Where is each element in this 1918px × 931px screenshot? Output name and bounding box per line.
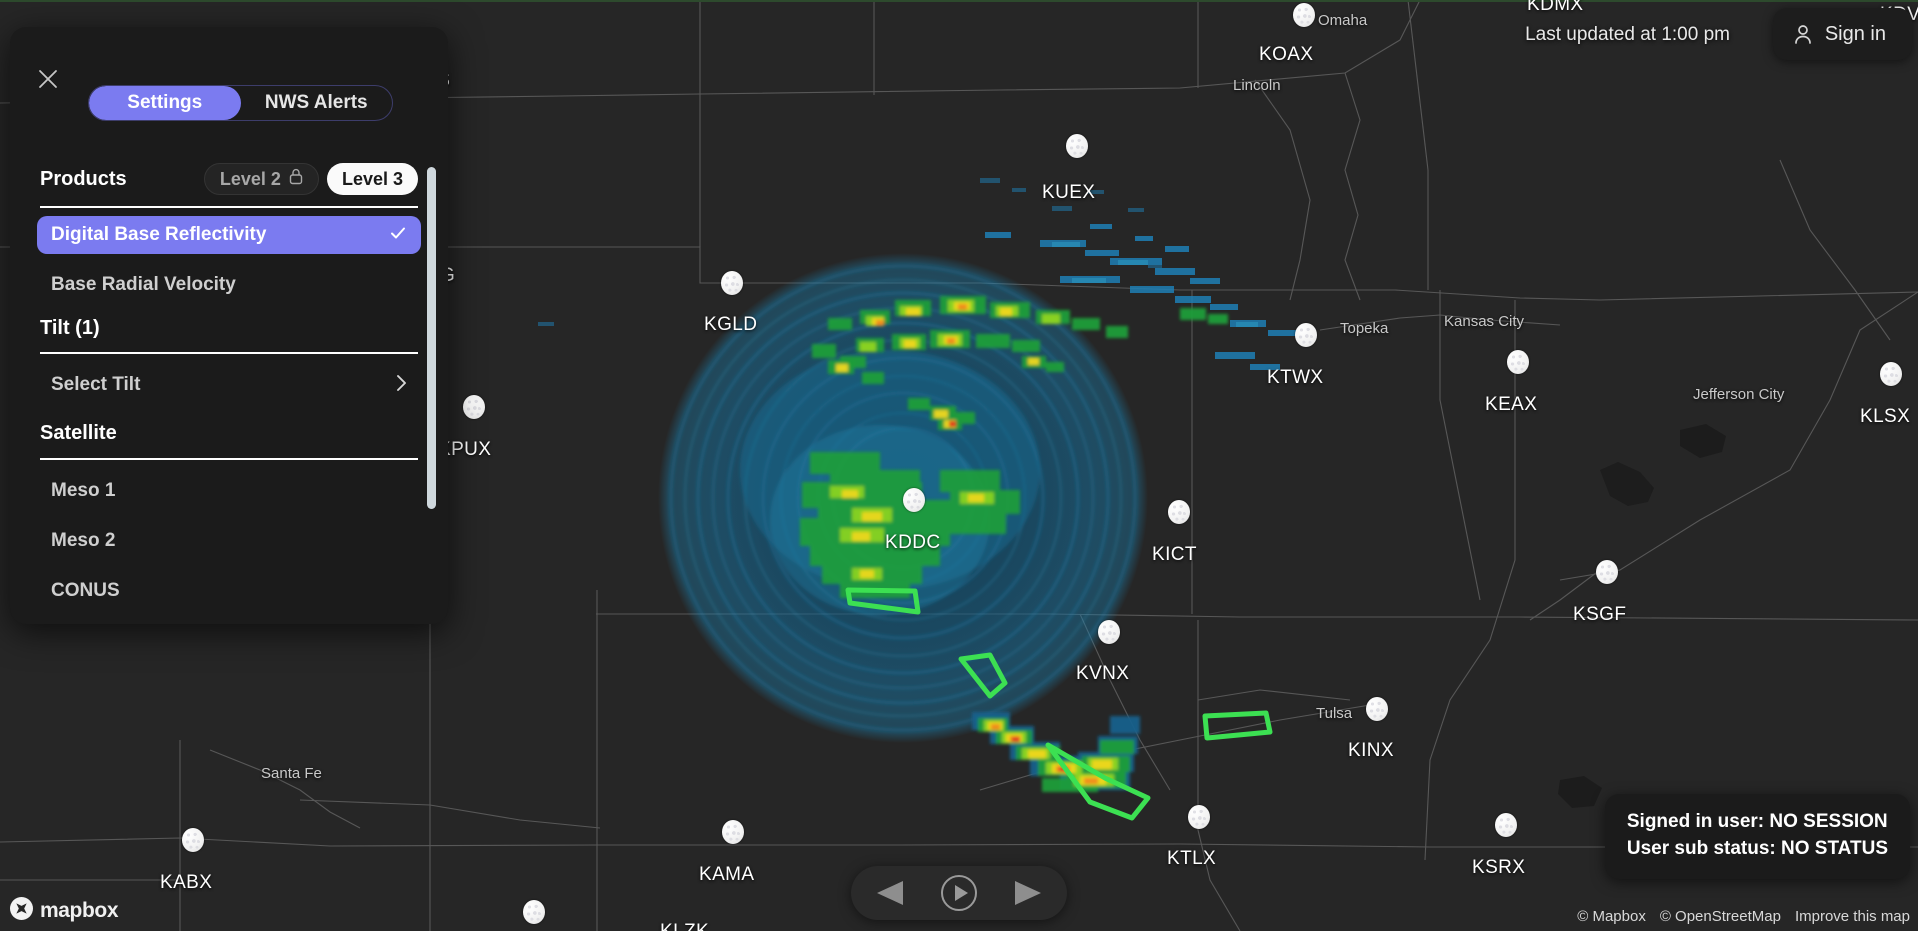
radar-station-kpux[interactable]	[463, 395, 485, 419]
tilt-item-select-tilt[interactable]: Select Tilt	[37, 366, 421, 404]
satellite-item-meso-2[interactable]: Meso 2	[37, 522, 421, 560]
session-status-box: Signed in user: NO SESSION User sub stat…	[1604, 793, 1910, 879]
radar-station-koax[interactable]	[1293, 3, 1315, 27]
products-heading: Products	[40, 167, 127, 190]
radar-station-kama[interactable]	[722, 820, 744, 844]
radar-station-keax[interactable]	[1507, 350, 1529, 374]
sign-in-label: Sign in	[1824, 22, 1886, 45]
level-toggle-group: Level 2 Level 3	[203, 163, 418, 195]
product-item-digital-base-reflectivity[interactable]: Digital Base Reflectivity	[37, 216, 421, 254]
radar-station-klsx[interactable]	[1880, 362, 1902, 386]
satellite-label: Meso 1	[51, 480, 116, 501]
satellite-divider	[40, 458, 418, 460]
panel-scrollbar[interactable]	[427, 167, 436, 509]
product-label: Base Radial Velocity	[51, 274, 236, 295]
radar-station-kabx[interactable]	[182, 828, 204, 852]
tab-settings[interactable]: Settings	[89, 86, 241, 120]
radar-station-kgld[interactable]	[721, 271, 743, 295]
radar-station-ktlx[interactable]	[1188, 805, 1210, 829]
signed-in-user-status: Signed in user: NO SESSION	[1626, 810, 1888, 832]
map-top-edge	[0, 0, 1918, 2]
level-2-label: Level 2	[219, 168, 281, 189]
map-attribution: © Mapbox © OpenStreetMap Improve this ma…	[1577, 908, 1910, 925]
radar-station-ktwx[interactable]	[1295, 323, 1317, 347]
last-updated-label: Last updated at 1:00 pm	[1525, 24, 1730, 45]
products-divider	[40, 206, 418, 208]
radar-station-kuex[interactable]	[1066, 134, 1088, 158]
panel-tab-group: Settings NWS Alerts	[88, 85, 393, 121]
radar-station-kvnx[interactable]	[1098, 620, 1120, 644]
satellite-item-conus[interactable]: CONUS	[37, 572, 421, 610]
radar-station-kinx[interactable]	[1366, 697, 1388, 721]
lock-icon	[289, 168, 303, 190]
level-2-button[interactable]: Level 2	[203, 163, 319, 195]
mapbox-logo[interactable]: mapbox	[10, 897, 119, 925]
product-item-base-radial-velocity[interactable]: Base Radial Velocity	[37, 266, 421, 304]
products-row: Products Level 2 Level 3	[40, 162, 418, 196]
radar-station-ksgf[interactable]	[1596, 560, 1618, 584]
radar-station-ksrx[interactable]	[1495, 813, 1517, 837]
product-label: Digital Base Reflectivity	[51, 224, 267, 245]
radar-station-kict[interactable]	[1168, 500, 1190, 524]
settings-panel-body: Products Level 2 Level 3 Digital Base Re…	[10, 145, 448, 624]
mapbox-mark-icon	[10, 897, 33, 925]
play-button[interactable]	[939, 873, 979, 913]
check-icon	[389, 224, 407, 247]
level-3-label: Level 3	[341, 168, 403, 189]
tab-nws-alerts[interactable]: NWS Alerts	[241, 86, 393, 120]
tilt-heading: Tilt (1)	[40, 317, 100, 339]
attribution-openstreetmap[interactable]: © OpenStreetMap	[1660, 908, 1781, 925]
satellite-heading: Satellite	[40, 422, 117, 444]
satellite-item-meso-1[interactable]: Meso 1	[37, 472, 421, 510]
settings-panel: Settings NWS Alerts Products Level 2 Lev…	[10, 27, 448, 624]
step-back-icon[interactable]	[873, 878, 907, 908]
tilt-label: Select Tilt	[51, 374, 141, 395]
sign-in-button[interactable]: Sign in	[1772, 8, 1912, 60]
close-icon[interactable]	[36, 67, 60, 91]
mapbox-wordmark: mapbox	[40, 899, 119, 922]
attribution-mapbox[interactable]: © Mapbox	[1577, 908, 1646, 925]
satellite-label: Meso 2	[51, 530, 116, 551]
step-forward-icon[interactable]	[1011, 878, 1045, 908]
weather-radar-app: KOAX KUEX KGLD KPUX KDDC KICT KTWX KEAX KLSX KSGF…	[0, 0, 1918, 931]
playback-controls	[851, 866, 1067, 920]
attribution-improve-map[interactable]: Improve this map	[1795, 908, 1910, 925]
level-3-button[interactable]: Level 3	[326, 163, 418, 195]
radar-station-kddc[interactable]	[903, 488, 925, 512]
user-sub-status: User sub status: NO STATUS	[1626, 838, 1888, 860]
satellite-label: CONUS	[51, 580, 120, 601]
chevron-right-icon	[396, 374, 407, 397]
tilt-divider	[40, 352, 418, 354]
radar-station-klzk[interactable]	[523, 900, 545, 924]
user-icon	[1793, 23, 1813, 45]
